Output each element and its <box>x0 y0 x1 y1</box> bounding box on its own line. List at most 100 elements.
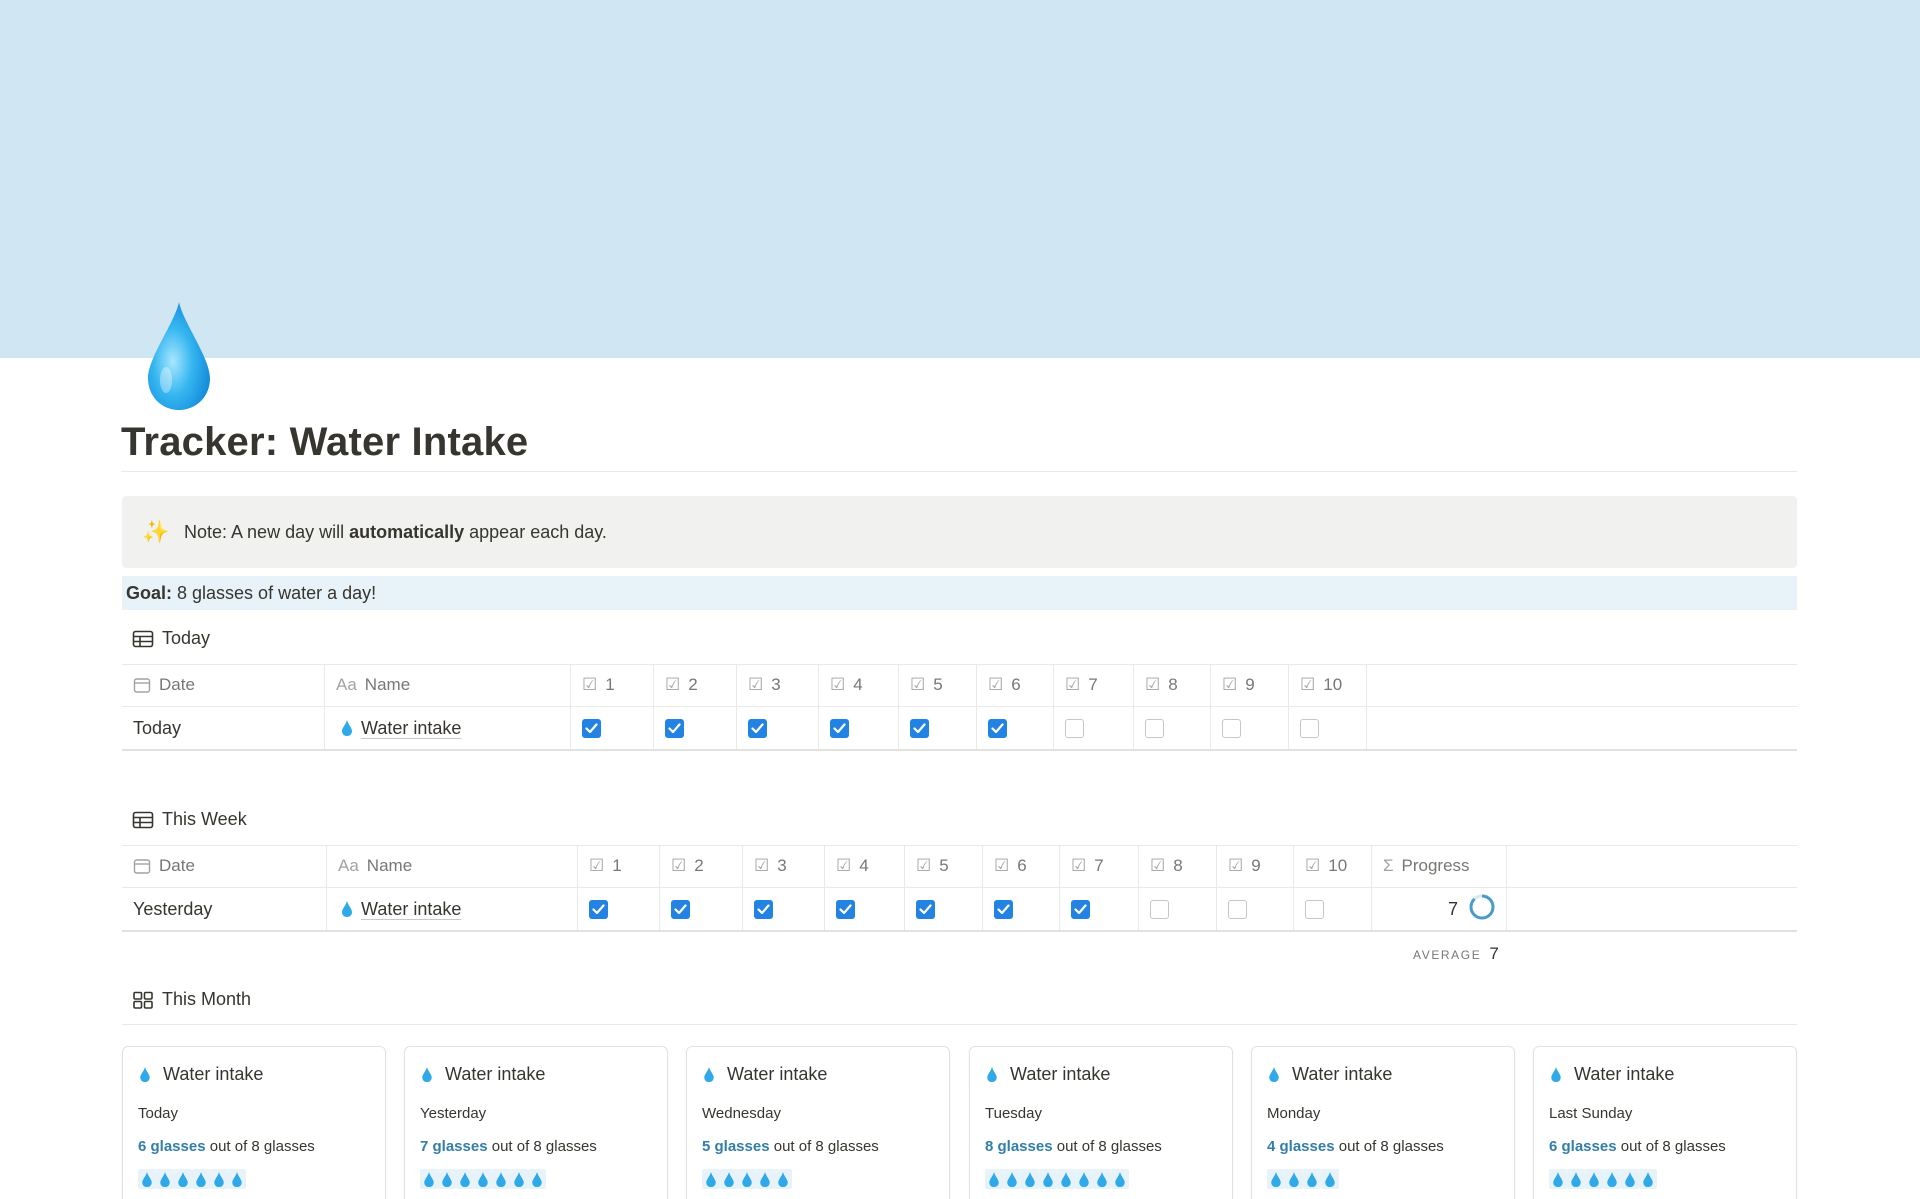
water-drop-icon <box>1057 1169 1075 1189</box>
checkbox-5[interactable] <box>916 899 935 919</box>
column-header-check-7[interactable]: ☑ 7 <box>1054 664 1134 706</box>
table-row[interactable]: Today Water intake <box>122 707 1367 749</box>
checkbox-property-icon: ☑ <box>665 675 681 694</box>
checkbox-6[interactable] <box>994 899 1013 919</box>
glasses-count: 4 glasses <box>1267 1138 1335 1155</box>
column-header-check-4[interactable]: ☑ 4 <box>819 664 899 706</box>
table-row[interactable]: Yesterday Water intake 7 <box>122 888 1507 930</box>
name-cell[interactable]: Water intake <box>327 888 578 930</box>
checkbox-7[interactable] <box>1071 899 1090 919</box>
goal-block[interactable]: Goal: 8 glasses of water a day! <box>122 576 1797 610</box>
column-header-check-3[interactable]: ☑ 3 <box>743 845 825 887</box>
column-header-check-4[interactable]: ☑ 4 <box>825 845 905 887</box>
card-title-text: Water intake <box>727 1064 828 1084</box>
card-glasses-summary: 6 glasses out of 8 glasses <box>1549 1138 1726 1155</box>
gallery-card[interactable]: Water intake Last Sunday 6 glasses out of … <box>1533 1046 1797 1199</box>
column-header-check-6[interactable]: ☑ 6 <box>977 664 1054 706</box>
page-cover[interactable] <box>0 0 1920 358</box>
gallery-card[interactable]: Water intake Wednesday 5 glasses out of 8 … <box>686 1046 950 1199</box>
card-title[interactable]: Water intake <box>986 1064 1110 1085</box>
checkbox-3[interactable] <box>748 718 767 738</box>
checkbox-6[interactable] <box>988 718 1007 738</box>
checkbox-3[interactable] <box>754 899 773 919</box>
checkbox-1[interactable] <box>582 718 601 738</box>
checkbox-2[interactable] <box>671 899 690 919</box>
checkbox-10[interactable] <box>1300 718 1319 738</box>
checkbox-2[interactable] <box>665 718 684 738</box>
column-header-check-8[interactable]: ☑ 8 <box>1134 664 1211 706</box>
card-title[interactable]: Water intake <box>139 1064 263 1085</box>
glasses-total: out of 8 glasses <box>1616 1138 1726 1155</box>
column-header-progress[interactable]: Σ Progress <box>1372 845 1507 887</box>
card-date: Yesterday <box>420 1105 487 1122</box>
card-title[interactable]: Water intake <box>1550 1064 1674 1085</box>
checkbox-8[interactable] <box>1145 718 1164 738</box>
glasses-total: out of 8 glasses <box>205 1138 315 1155</box>
water-drop-icon <box>420 1169 438 1189</box>
checkbox-8[interactable] <box>1150 899 1169 919</box>
column-header-check-7[interactable]: ☑ 7 <box>1060 845 1139 887</box>
checkbox-7[interactable] <box>1065 718 1084 738</box>
callout-text: Note: A new day will automatically appea… <box>184 521 607 542</box>
card-date: Monday <box>1267 1105 1321 1122</box>
view-title-this-week[interactable]: This Week <box>132 809 247 830</box>
name-cell[interactable]: Water intake <box>325 707 571 749</box>
column-header-check-3[interactable]: ☑ 3 <box>737 664 819 706</box>
card-date: Wednesday <box>702 1105 781 1122</box>
column-header-check-6[interactable]: ☑ 6 <box>983 845 1060 887</box>
gallery-card[interactable]: Water intake Monday 4 glasses out of 8 gla… <box>1251 1046 1515 1199</box>
progress-average[interactable]: AVERAGE 7 <box>1413 944 1499 964</box>
card-title[interactable]: Water intake <box>703 1064 827 1085</box>
column-header-name[interactable]: Aa Name <box>327 845 578 887</box>
divider <box>122 1024 1797 1025</box>
checkbox-5[interactable] <box>910 718 929 738</box>
view-title-today[interactable]: Today <box>132 628 210 649</box>
column-header-check-1[interactable]: ☑ 1 <box>571 664 654 706</box>
checkbox-property-icon: ☑ <box>1150 856 1166 875</box>
column-header-check-2[interactable]: ☑ 2 <box>654 664 737 706</box>
text-property-icon: Aa <box>336 675 357 694</box>
water-drop-icon[interactable] <box>144 300 214 412</box>
checkbox-4[interactable] <box>830 718 849 738</box>
checkbox-10[interactable] <box>1305 899 1324 919</box>
card-glasses-summary: 5 glasses out of 8 glasses <box>702 1138 879 1155</box>
card-title[interactable]: Water intake <box>1268 1064 1392 1085</box>
date-cell[interactable]: Today <box>122 707 325 749</box>
gallery-icon <box>133 991 153 1009</box>
column-header-date[interactable]: Date <box>122 845 327 887</box>
water-drop-icon <box>1603 1169 1621 1189</box>
card-title-text: Water intake <box>445 1064 546 1084</box>
column-header-check-5[interactable]: ☑ 5 <box>905 845 983 887</box>
gallery-card[interactable]: Water intake Tuesday 8 glasses out of 8 gl… <box>969 1046 1233 1199</box>
checkbox-4[interactable] <box>836 899 855 919</box>
column-header-check-10[interactable]: ☑ 10 <box>1289 664 1367 706</box>
page-title[interactable]: Tracker: Water Intake <box>121 420 528 465</box>
checkbox-9[interactable] <box>1222 718 1241 738</box>
column-header-date[interactable]: Date <box>122 664 325 706</box>
checkbox-1[interactable] <box>589 899 608 919</box>
column-header-check-2[interactable]: ☑ 2 <box>660 845 743 887</box>
glasses-count: 6 glasses <box>138 1138 206 1155</box>
goal-text: 8 glasses of water a day! <box>177 582 377 603</box>
water-drop-icon <box>720 1169 738 1189</box>
checkbox-9[interactable] <box>1228 899 1247 919</box>
column-header-check-5[interactable]: ☑ 5 <box>899 664 977 706</box>
column-header-check-10[interactable]: ☑ 10 <box>1294 845 1372 887</box>
note-callout[interactable]: ✨ Note: A new day will automatically app… <box>122 496 1797 568</box>
view-title-this-month[interactable]: This Month <box>132 989 251 1010</box>
water-drop-icon <box>1093 1169 1111 1189</box>
checkbox-property-icon: ☑ <box>671 856 687 875</box>
column-header-check-9[interactable]: ☑ 9 <box>1211 664 1289 706</box>
checkbox-property-icon: ☑ <box>916 856 932 875</box>
gallery-card[interactable]: Water intake Today 6 glasses out of 8 glas… <box>122 1046 386 1199</box>
card-glasses-summary: 8 glasses out of 8 glasses <box>985 1138 1162 1155</box>
column-header-check-1[interactable]: ☑ 1 <box>578 845 660 887</box>
gallery-card[interactable]: Water intake Yesterday 7 glasses out of 8 … <box>404 1046 668 1199</box>
card-title[interactable]: Water intake <box>421 1064 545 1085</box>
column-header-check-8[interactable]: ☑ 8 <box>1139 845 1217 887</box>
column-header-check-9[interactable]: ☑ 9 <box>1217 845 1294 887</box>
column-header-name[interactable]: Aa Name <box>325 664 571 706</box>
card-date: Tuesday <box>985 1105 1042 1122</box>
progress-cell[interactable]: 7 <box>1372 888 1507 930</box>
date-cell[interactable]: Yesterday <box>122 888 327 930</box>
